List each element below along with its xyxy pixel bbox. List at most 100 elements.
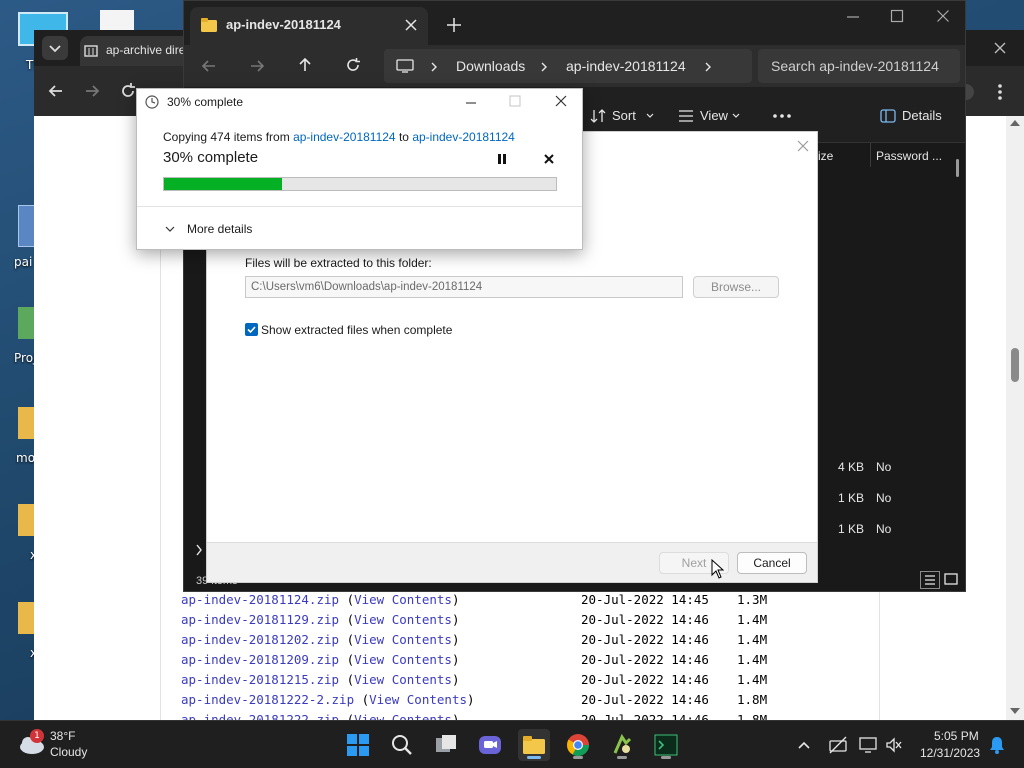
cancel-button[interactable]: Cancel bbox=[737, 552, 807, 574]
forward-arrow-icon[interactable] bbox=[82, 82, 102, 100]
chevron-down-icon bbox=[732, 113, 740, 118]
view-contents-link[interactable]: View Contents bbox=[369, 692, 467, 707]
display-icon[interactable] bbox=[858, 735, 878, 755]
archive-icon bbox=[84, 45, 98, 57]
paren: ) bbox=[467, 692, 475, 707]
file-date: 20-Jul-2022 14:46 bbox=[581, 692, 709, 707]
task-view-button[interactable] bbox=[430, 729, 462, 761]
expand-nav-icon[interactable] bbox=[194, 543, 204, 557]
file-size: 1.4M bbox=[737, 612, 768, 627]
taskbar-chrome[interactable] bbox=[562, 729, 594, 761]
forward-arrow-icon[interactable] bbox=[248, 57, 266, 75]
taskbar-app[interactable] bbox=[606, 729, 638, 761]
scrollbar-thumb[interactable] bbox=[1011, 348, 1019, 382]
chat-button[interactable] bbox=[474, 729, 506, 761]
address-bar[interactable]: Downloads ap-indev-20181124 bbox=[384, 49, 752, 83]
column-header-size[interactable]: ize bbox=[818, 149, 833, 163]
browser-tab[interactable]: ap-archive dire bbox=[80, 36, 190, 66]
more-menu-icon[interactable] bbox=[992, 82, 1008, 102]
destination-path-field[interactable] bbox=[245, 276, 683, 298]
chevron-down-icon bbox=[165, 226, 175, 232]
column-header-password[interactable]: Password ... bbox=[876, 149, 942, 163]
scroll-up-arrow[interactable] bbox=[1010, 120, 1020, 126]
progress-window-title: 30% complete bbox=[167, 95, 244, 109]
sort-button[interactable]: Sort bbox=[588, 105, 658, 127]
file-icon bbox=[100, 10, 134, 32]
close-icon[interactable] bbox=[992, 40, 1008, 56]
notification-bell-icon[interactable] bbox=[988, 735, 1006, 755]
chevron-right-icon[interactable] bbox=[704, 61, 712, 73]
maximize-icon[interactable] bbox=[890, 9, 904, 23]
file-link[interactable]: ap-indev-20181129.zip bbox=[181, 612, 339, 627]
divider bbox=[137, 206, 582, 207]
more-options-icon[interactable] bbox=[772, 113, 792, 119]
running-indicator bbox=[617, 756, 627, 759]
taskbar: 1 38°F Cloudy 5:05 PM 12/31/2023 bbox=[0, 720, 1024, 768]
start-button[interactable] bbox=[342, 729, 374, 761]
search-button[interactable] bbox=[386, 729, 418, 761]
details-view-toggle[interactable] bbox=[920, 571, 940, 589]
taskbar-terminal[interactable] bbox=[650, 729, 682, 761]
view-contents-link[interactable]: View Contents bbox=[354, 632, 452, 647]
back-arrow-icon[interactable] bbox=[200, 57, 218, 75]
new-tab-icon[interactable] bbox=[446, 17, 462, 33]
refresh-icon[interactable] bbox=[344, 56, 362, 74]
scroll-down-arrow[interactable] bbox=[1010, 708, 1020, 714]
details-pane-button[interactable]: Details bbox=[880, 105, 960, 127]
weather-widget[interactable]: 1 38°F Cloudy bbox=[14, 727, 134, 763]
paren: ( bbox=[354, 692, 370, 707]
reload-icon[interactable] bbox=[118, 81, 138, 101]
tiles-view-toggle[interactable] bbox=[942, 571, 962, 589]
minimize-icon[interactable] bbox=[846, 15, 860, 19]
view-contents-link[interactable]: View Contents bbox=[354, 612, 452, 627]
view-contents-link[interactable]: View Contents bbox=[354, 592, 452, 607]
maximize-icon[interactable] bbox=[509, 95, 521, 107]
table-row: ap-indev-20181124.zip (View Contents) 20-… bbox=[181, 592, 781, 610]
column-divider bbox=[870, 143, 871, 167]
breadcrumb-downloads[interactable]: Downloads bbox=[456, 58, 525, 74]
close-icon[interactable] bbox=[797, 140, 809, 152]
file-link[interactable]: ap-indev-20181202.zip bbox=[181, 632, 339, 647]
cancel-copy-icon[interactable] bbox=[543, 153, 555, 165]
view-contents-link[interactable]: View Contents bbox=[354, 672, 452, 687]
file-link[interactable]: ap-indev-20181215.zip bbox=[181, 672, 339, 687]
chevron-up-icon[interactable] bbox=[796, 737, 812, 753]
browser-scrollbar[interactable] bbox=[1006, 116, 1024, 720]
explorer-tab[interactable]: ap-indev-20181124 bbox=[190, 7, 428, 45]
file-link[interactable]: ap-indev-20181209.zip bbox=[181, 652, 339, 667]
close-icon[interactable] bbox=[404, 18, 418, 32]
volume-muted-icon[interactable] bbox=[884, 735, 904, 755]
taskbar-file-explorer[interactable] bbox=[518, 729, 550, 761]
pause-icon[interactable] bbox=[497, 153, 507, 165]
copy-destination-link[interactable]: ap-indev-20181124 bbox=[412, 130, 515, 144]
weather-desc: Cloudy bbox=[50, 745, 88, 759]
table-row: ap-indev-20181129.zip (View Contents) 20-… bbox=[181, 612, 781, 630]
clock-time[interactable]: 5:05 PM bbox=[934, 729, 979, 743]
browse-button[interactable]: Browse... bbox=[693, 276, 779, 298]
network-icon[interactable] bbox=[828, 735, 848, 755]
sort-label: Sort bbox=[612, 108, 636, 123]
list-scrollbar-thumb[interactable] bbox=[956, 159, 959, 177]
copy-to-word: to bbox=[398, 130, 409, 144]
copy-source-link[interactable]: ap-indev-20181124 bbox=[293, 130, 396, 144]
clock-date[interactable]: 12/31/2023 bbox=[920, 746, 980, 760]
up-arrow-icon[interactable] bbox=[296, 56, 314, 74]
minimize-icon[interactable] bbox=[465, 101, 477, 105]
more-details-toggle[interactable]: More details bbox=[165, 221, 285, 241]
file-link[interactable]: ap-indev-20181222-2.zip bbox=[181, 692, 354, 707]
file-date: 20-Jul-2022 14:46 bbox=[581, 612, 709, 627]
close-icon[interactable] bbox=[555, 95, 567, 107]
file-link[interactable]: ap-indev-20181124.zip bbox=[181, 592, 339, 607]
progress-headline: 30% complete bbox=[163, 149, 259, 166]
view-button[interactable]: View bbox=[676, 105, 746, 127]
breadcrumb-folder[interactable]: ap-indev-20181124 bbox=[566, 58, 686, 74]
show-files-checkbox[interactable] bbox=[245, 323, 258, 336]
desktop-icon-label: pai bbox=[14, 255, 33, 269]
back-arrow-icon[interactable] bbox=[46, 82, 66, 100]
paren: ) bbox=[451, 612, 460, 627]
close-icon[interactable] bbox=[936, 9, 950, 23]
paren: ) bbox=[451, 592, 460, 607]
view-contents-link[interactable]: View Contents bbox=[354, 652, 452, 667]
search-box[interactable]: Search ap-indev-20181124 bbox=[758, 49, 960, 83]
tab-search-button[interactable] bbox=[42, 36, 68, 60]
